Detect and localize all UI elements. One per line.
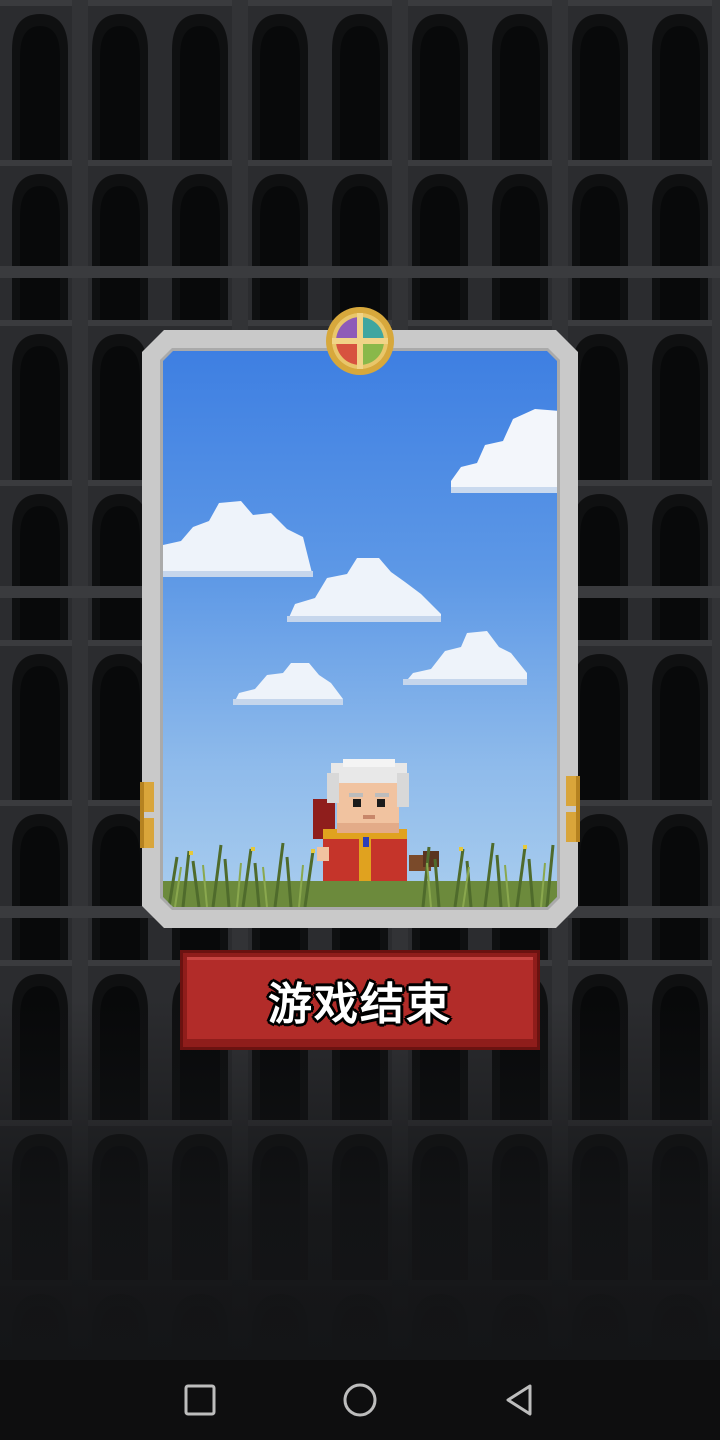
system-navigation-bar <box>0 1360 720 1440</box>
circle-home-icon[interactable] <box>340 1380 380 1420</box>
game-over-label: 游戏结束 <box>268 979 452 1030</box>
card-side-tab-left <box>140 782 154 848</box>
triangle-back-icon[interactable] <box>500 1380 540 1420</box>
cloud <box>451 409 557 493</box>
grass-field <box>163 842 557 907</box>
four-color-compass-emblem-icon <box>326 307 394 375</box>
card-sky-scene <box>163 351 557 907</box>
card-inner-frame <box>160 348 560 910</box>
game-over-button[interactable]: 游戏结束 <box>180 950 540 1050</box>
card-side-tab-right <box>566 776 580 842</box>
cloud <box>403 631 527 685</box>
character-card <box>142 330 578 928</box>
cloud <box>233 663 343 705</box>
bottom-shadow-fade <box>0 1000 720 1360</box>
square-recent-apps-icon[interactable] <box>180 1380 220 1420</box>
cloud <box>287 558 441 622</box>
